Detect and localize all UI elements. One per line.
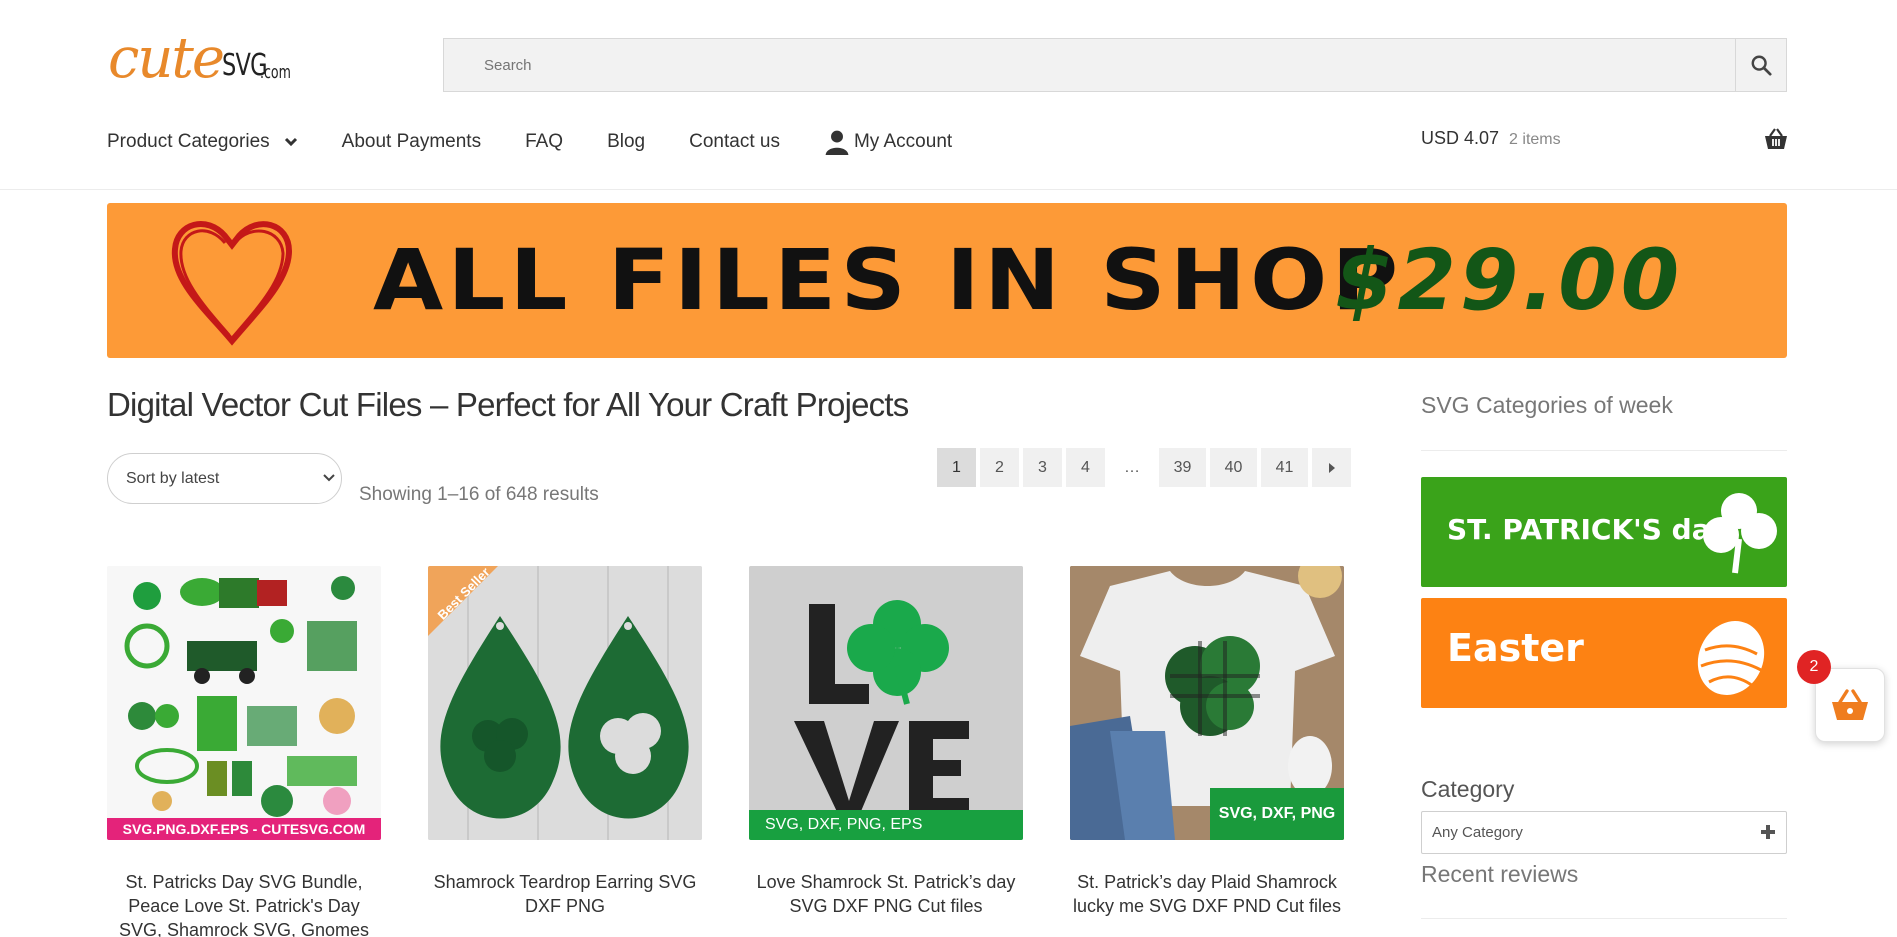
pagination: 1 2 3 4 … 39 40 41	[937, 448, 1355, 487]
nav-my-account[interactable]: My Account	[824, 129, 952, 155]
product-name[interactable]: Love Shamrock St. Patrick’s day SVG DXF …	[749, 870, 1023, 918]
page-3-button[interactable]: 3	[1023, 448, 1062, 487]
sidebar-divider	[1421, 450, 1787, 451]
page-41-button[interactable]: 41	[1261, 448, 1308, 487]
sort-select[interactable]: Sort by latest	[107, 453, 342, 504]
love-shamrock-illustration	[749, 566, 1023, 840]
page-40-button[interactable]: 40	[1210, 448, 1257, 487]
product-card[interactable]: SVG, DXF, PNG, EPS Love Shamrock St. Pat…	[749, 566, 1023, 918]
category-banner-easter[interactable]: Easter	[1421, 598, 1787, 708]
nav-faq[interactable]: FAQ	[525, 131, 563, 153]
category-selected-value: Any Category	[1432, 824, 1523, 841]
site-header: cute SVG .com Product Categories About P…	[0, 0, 1897, 190]
category-select[interactable]: Any Category	[1421, 811, 1787, 854]
nav-label: Product Categories	[107, 131, 270, 152]
heart-icon	[171, 221, 293, 346]
basket-icon	[1832, 689, 1868, 720]
cart-count-badge: 2	[1797, 650, 1831, 684]
chevron-down-icon	[284, 137, 297, 147]
easter-egg-icon	[1697, 621, 1765, 695]
product-image[interactable]: SVG.PNG.DXF.EPS - CUTESVG.COM	[107, 566, 381, 840]
promo-banner[interactable]: ALL FILES IN SHOP $29.00	[107, 203, 1787, 358]
banner-price: $29.00	[1335, 231, 1684, 329]
cart-amount: USD 4.07	[1421, 128, 1500, 148]
nav-about-payments[interactable]: About Payments	[342, 131, 481, 153]
product-image-caption: SVG, DXF, PNG	[1210, 788, 1344, 840]
cart-item-count: 2 items	[1509, 131, 1561, 148]
nav-blog[interactable]: Blog	[607, 131, 645, 153]
category-label: Category	[1421, 776, 1515, 802]
product-card[interactable]: SVG, DXF, PNG St. Patrick’s day Plaid Sh…	[1070, 566, 1344, 918]
product-card[interactable]: SVG.PNG.DXF.EPS - CUTESVG.COM St. Patric…	[107, 566, 381, 937]
page-1-button[interactable]: 1	[937, 448, 976, 487]
sidebar-divider	[1421, 918, 1787, 919]
plus-icon	[1761, 825, 1775, 839]
next-page-button[interactable]	[1312, 448, 1351, 487]
recent-reviews-title: Recent reviews	[1421, 861, 1579, 887]
product-image[interactable]: Best Seller	[428, 566, 702, 840]
nav-label: FAQ	[525, 131, 564, 152]
shamrock-icon	[1703, 493, 1777, 574]
logo-com-text: .com	[260, 62, 291, 83]
sort-selected-value: Sort by latest	[126, 469, 220, 487]
page-39-button[interactable]: 39	[1159, 448, 1206, 487]
main-nav: Product Categories About Payments FAQ Bl…	[107, 124, 996, 160]
shamrock-earring-illustration	[428, 566, 702, 840]
pagination-ellipsis: …	[1124, 458, 1140, 476]
search-button[interactable]	[1735, 38, 1787, 92]
search-input[interactable]	[444, 39, 1736, 91]
category-banner-label: ST. PATRICK'S day	[1447, 513, 1728, 546]
nav-contact-us[interactable]: Contact us	[689, 131, 780, 153]
nav-label: About Payments	[341, 131, 482, 152]
nav-label: Blog	[607, 131, 646, 152]
logo-cute-text: cute	[108, 26, 225, 91]
search-box	[443, 38, 1736, 92]
product-name[interactable]: St. Patricks Day SVG Bundle, Peace Love …	[107, 870, 381, 937]
page-title: Digital Vector Cut Files – Perfect for A…	[107, 386, 909, 423]
shamrock-bundle-illustration	[107, 566, 381, 840]
product-name[interactable]: St. Patrick’s day Plaid Shamrock lucky m…	[1070, 870, 1344, 918]
category-banner-label: Easter	[1447, 626, 1584, 670]
nav-label: My Account	[853, 131, 953, 152]
category-banner-st-patricks[interactable]: ST. PATRICK'S day	[1421, 477, 1787, 587]
page-4-button[interactable]: 4	[1066, 448, 1105, 487]
chevron-down-icon	[323, 474, 335, 482]
product-image[interactable]: SVG, DXF, PNG, EPS	[749, 566, 1023, 840]
basket-icon[interactable]	[1764, 128, 1788, 150]
sidebar-title: SVG Categories of week	[1421, 392, 1673, 418]
product-image-caption: SVG, DXF, PNG, EPS	[749, 810, 1023, 840]
product-image-caption: SVG.PNG.DXF.EPS - CUTESVG.COM	[107, 818, 381, 840]
caret-right-icon	[1328, 462, 1335, 473]
page-2-button[interactable]: 2	[980, 448, 1019, 487]
nav-product-categories[interactable]: Product Categories	[107, 131, 298, 153]
nav-label: Contact us	[689, 131, 780, 152]
cart-summary[interactable]: USD 4.07 2 items	[1421, 128, 1561, 149]
results-count: Showing 1–16 of 648 results	[359, 484, 599, 505]
product-name[interactable]: Shamrock Teardrop Earring SVG DXF PNG	[428, 870, 702, 918]
product-image[interactable]: SVG, DXF, PNG	[1070, 566, 1344, 840]
search-icon	[1751, 55, 1772, 76]
banner-headline: ALL FILES IN SHOP	[373, 231, 1403, 329]
product-card[interactable]: Best Seller Shamrock Teardrop Earring SV…	[428, 566, 702, 918]
site-logo[interactable]: cute SVG .com	[108, 26, 298, 92]
user-icon	[825, 130, 849, 155]
